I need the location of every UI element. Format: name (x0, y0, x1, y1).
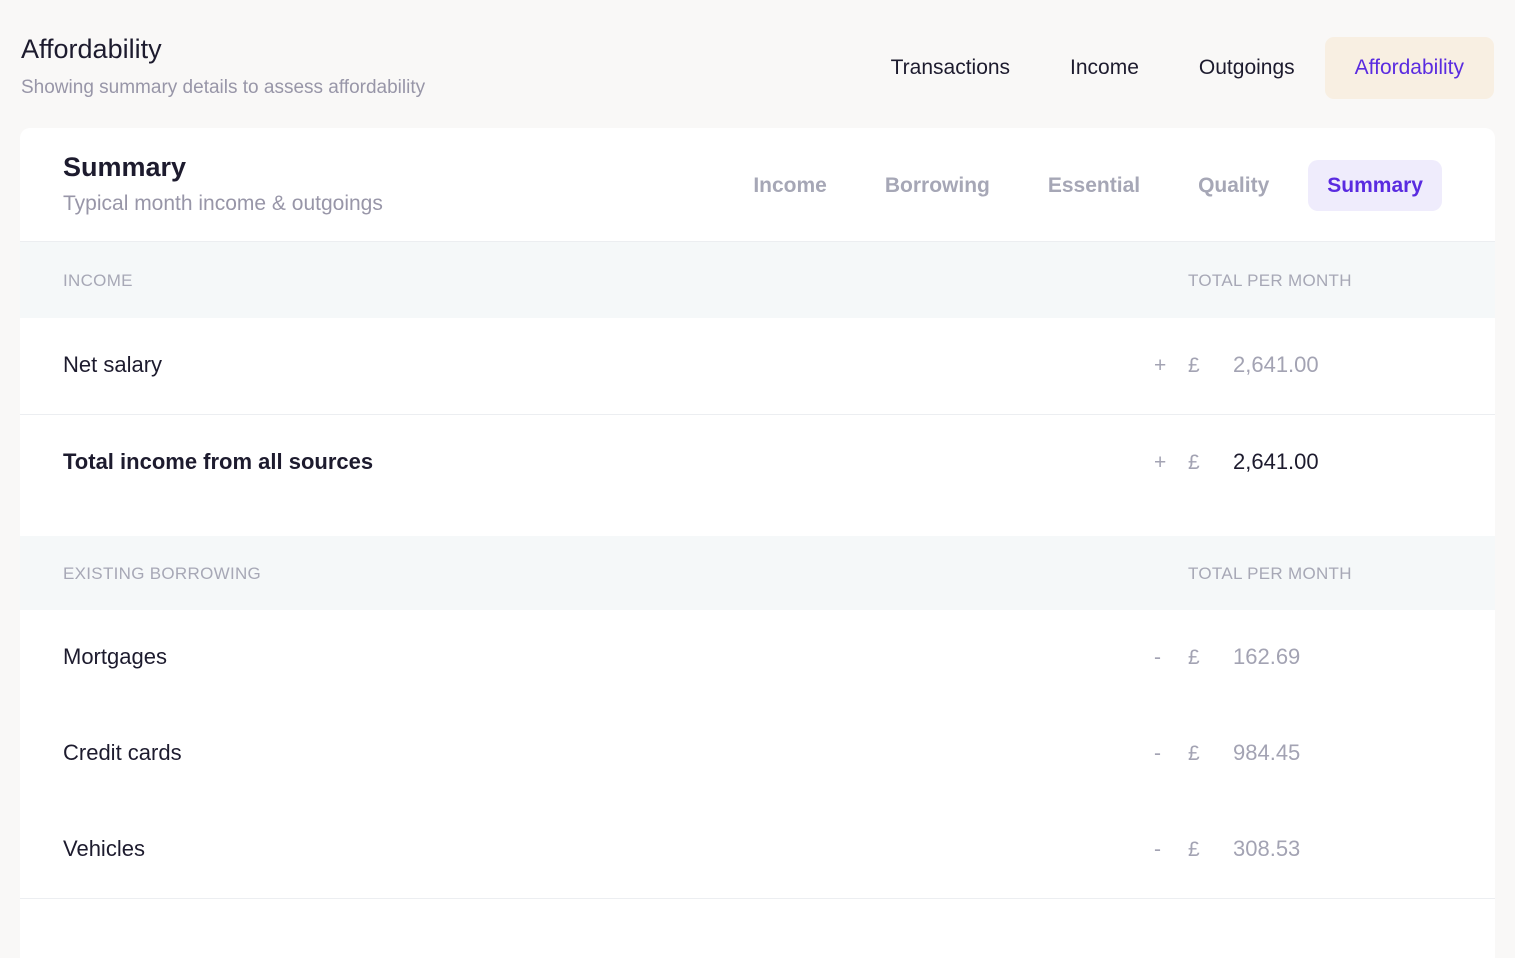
tab-income[interactable]: Income (1040, 37, 1169, 99)
total-income-label: Total income from all sources (63, 449, 374, 474)
row-amount: 308.53 (1233, 836, 1301, 861)
subtab-borrowing[interactable]: Borrowing (866, 160, 1009, 211)
income-column-header: TOTAL PER MONTH (1188, 271, 1352, 290)
page-header: Affordability Showing summary details to… (0, 0, 1515, 128)
borrowing-column-header: TOTAL PER MONTH (1188, 564, 1352, 583)
row-amount: 162.69 (1233, 644, 1301, 669)
page-title: Affordability (21, 34, 162, 64)
subtab-summary[interactable]: Summary (1308, 160, 1442, 211)
card-title: Summary (63, 152, 187, 182)
table-row: Credit cards - £ 984.45 (20, 706, 1495, 802)
card-subtitle: Typical month income & outgoings (63, 192, 383, 215)
top-tab-bar: Transactions Income Outgoings Affordabil… (861, 37, 1494, 99)
tab-affordability[interactable]: Affordability (1324, 37, 1494, 99)
row-currency: £ (1188, 742, 1200, 765)
total-income-currency: £ (1188, 451, 1200, 474)
row-label: Mortgages (63, 644, 167, 669)
row-label: Net salary (63, 352, 163, 377)
row-currency: £ (1188, 646, 1200, 669)
row-label: Vehicles (63, 836, 145, 861)
row-sign: - (1154, 838, 1161, 861)
summary-card: Summary Typical month income & outgoings… (20, 128, 1495, 958)
income-section-label: INCOME (63, 271, 133, 290)
row-amount: 2,641.00 (1233, 352, 1319, 377)
tab-outgoings[interactable]: Outgoings (1169, 37, 1325, 99)
table-row: Net salary + £ 2,641.00 (20, 318, 1495, 415)
row-amount: 984.45 (1233, 740, 1301, 765)
subtab-income[interactable]: Income (734, 160, 846, 211)
total-income-row: Total income from all sources + £ 2,641.… (20, 415, 1495, 536)
row-sign: - (1154, 646, 1161, 669)
row-currency: £ (1188, 354, 1200, 377)
table-row: Mortgages - £ 162.69 (20, 610, 1495, 706)
table-row: Vehicles - £ 308.53 (20, 802, 1495, 899)
row-sign: + (1154, 354, 1167, 377)
row-sign: - (1154, 742, 1161, 765)
total-income-amount: 2,641.00 (1233, 449, 1319, 474)
borrowing-section-label: EXISTING BORROWING (63, 564, 262, 583)
income-section-header: INCOME TOTAL PER MONTH (20, 242, 1495, 318)
subtab-essential[interactable]: Essential (1029, 160, 1159, 211)
page-subtitle: Showing summary details to assess afford… (21, 77, 426, 98)
sub-tab-bar: Income Borrowing Essential Quality Summa… (714, 160, 1442, 211)
subtab-quality[interactable]: Quality (1179, 160, 1288, 211)
card-header: Summary Typical month income & outgoings… (20, 128, 1495, 242)
tab-transactions[interactable]: Transactions (861, 37, 1040, 99)
borrowing-section-header: EXISTING BORROWING TOTAL PER MONTH (20, 536, 1495, 610)
total-income-sign: + (1154, 451, 1167, 474)
row-label: Credit cards (63, 740, 182, 765)
row-currency: £ (1188, 838, 1200, 861)
